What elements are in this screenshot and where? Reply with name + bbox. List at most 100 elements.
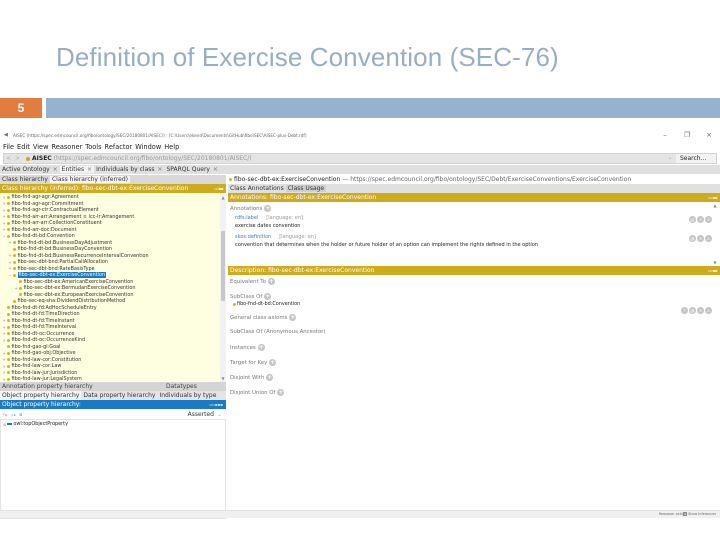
tab-datatypes[interactable]: Datatypes xyxy=(166,382,197,391)
menu-tools[interactable]: Tools xyxy=(85,143,101,151)
expand-icon[interactable]: + xyxy=(2,325,6,330)
tab-object-property-hierarchy[interactable]: Object property hierarchy xyxy=(0,391,82,400)
add-icon[interactable]: + xyxy=(289,314,297,321)
scroll-down-icon[interactable]: ▼ xyxy=(712,260,718,265)
tab-data-property-hierarchy[interactable]: Data property hierarchy xyxy=(81,391,157,400)
expand-icon[interactable]: + xyxy=(2,364,6,369)
header-band xyxy=(46,98,720,118)
annotation-actions: @ × o xyxy=(688,235,712,242)
close-tab-icon[interactable]: × xyxy=(157,166,162,173)
checkbox-icon[interactable] xyxy=(683,512,688,516)
close-tab-icon[interactable]: × xyxy=(87,166,92,173)
view-controls-icon[interactable]: ▫▫▪▪ xyxy=(708,193,717,202)
add-icon[interactable]: + xyxy=(264,293,272,300)
header-title: Annotations: fibo-sec-dbt-ex:ExerciseCon… xyxy=(230,194,377,201)
expand-icon[interactable]: + xyxy=(8,240,12,245)
add-annotation-icon[interactable]: + xyxy=(264,205,272,212)
edit-icon[interactable]: o xyxy=(705,307,712,314)
add-icon[interactable]: + xyxy=(267,278,275,285)
menu-help[interactable]: Help xyxy=(164,143,179,151)
expand-icon[interactable]: + xyxy=(2,331,6,336)
close-button[interactable]: × xyxy=(698,128,720,142)
add-icon[interactable]: + xyxy=(277,389,285,396)
close-tab-icon[interactable]: × xyxy=(213,166,218,173)
tree-scrollbar[interactable]: ▲ ▼ xyxy=(220,193,226,382)
tab-class-annotations[interactable]: Class Annotations xyxy=(228,185,286,192)
tab-individuals-by-class[interactable]: Individuals by class × xyxy=(94,166,164,173)
entity-iri: — https://spec.edmcouncil.org/fibo/ontol… xyxy=(342,176,632,183)
ontology-dropdown-icon[interactable]: ⌄ xyxy=(668,154,672,163)
menu-edit[interactable]: Edit xyxy=(17,143,30,151)
expand-icon[interactable]: + xyxy=(2,338,6,343)
tab-entities[interactable]: Entities × xyxy=(59,166,95,173)
menu-window[interactable]: Window xyxy=(135,143,161,151)
expand-icon[interactable]: + xyxy=(2,318,6,323)
annotate-icon[interactable]: @ xyxy=(689,216,696,223)
expand-icon[interactable]: + xyxy=(8,253,12,258)
add-sibling-property-icon[interactable]: ⊥▸ xyxy=(11,412,17,417)
show-inferences-toggle[interactable]: Show Inferences xyxy=(683,512,716,516)
expand-icon[interactable]: + xyxy=(2,208,6,213)
expand-icon[interactable]: + xyxy=(2,214,6,219)
expand-icon[interactable]: + xyxy=(8,260,12,265)
tab-sparql-query[interactable]: SPARQL Query × xyxy=(164,166,219,173)
add-icon[interactable]: + xyxy=(266,374,274,381)
close-tab-icon[interactable]: × xyxy=(53,166,58,173)
menu-refactor[interactable]: Refactor xyxy=(105,143,133,151)
scroll-down-icon[interactable]: ▼ xyxy=(220,376,226,381)
tab-annotation-property-hierarchy[interactable]: Annotation property hierarchy xyxy=(2,382,93,391)
collapse-icon[interactable]: − xyxy=(8,273,12,278)
expand-icon[interactable]: + xyxy=(2,221,6,226)
collapse-icon[interactable]: − xyxy=(2,234,6,239)
tab-class-usage[interactable]: Class Usage xyxy=(285,185,327,192)
tab-active-ontology[interactable]: Active Ontology × xyxy=(0,166,60,173)
info-icon[interactable]: ? xyxy=(681,307,688,314)
menu-view[interactable]: View xyxy=(33,143,49,151)
maximize-button[interactable]: ❐ xyxy=(676,128,698,142)
edit-icon[interactable]: o xyxy=(705,235,712,242)
asserted-select[interactable]: Asserted ⌄ xyxy=(188,411,222,418)
minimize-button[interactable]: – xyxy=(654,128,676,142)
scrollbar-thumb[interactable] xyxy=(221,231,225,301)
delete-property-icon[interactable]: ⊠ xyxy=(19,412,22,417)
annotation-property[interactable]: rdfs:label xyxy=(235,215,258,221)
menu-reasoner[interactable]: Reasoner xyxy=(51,143,82,151)
search-input[interactable]: Search... xyxy=(676,154,716,163)
expand-icon[interactable]: + xyxy=(2,377,6,382)
view-controls-icon[interactable]: ▫▫▪▪ xyxy=(214,184,223,193)
scroll-up-icon[interactable]: ▲ xyxy=(712,203,718,208)
tab-class-hierarchy[interactable]: Class hierarchy xyxy=(0,176,50,183)
ontology-name[interactable]: AISEC xyxy=(32,155,52,162)
add-icon[interactable]: + xyxy=(269,359,277,366)
delete-icon[interactable]: × xyxy=(697,216,704,223)
expand-icon[interactable]: + xyxy=(14,286,18,291)
annotations-scrollbar[interactable]: ▲ ▼ xyxy=(712,202,718,266)
view-controls-icon[interactable]: ▫▫▪▪ xyxy=(708,266,717,275)
view-controls-icon[interactable]: ▫▫▪▪▪ xyxy=(209,400,223,409)
subclass-item[interactable]: fibo-fnd-dt-bd:Convention xyxy=(233,301,300,307)
expand-icon[interactable]: + xyxy=(2,357,6,362)
tree-item[interactable]: ⊞ owl:topObjectProperty xyxy=(3,421,223,427)
expand-icon[interactable]: + xyxy=(2,201,6,206)
class-icon xyxy=(19,286,22,290)
annotation-property[interactable]: skos:definition xyxy=(235,234,271,240)
add-icon[interactable]: + xyxy=(257,344,265,351)
tab-class-hierarchy-inferred[interactable]: Class hierarchy (inferred) xyxy=(49,176,131,183)
edit-icon[interactable]: o xyxy=(705,216,712,223)
delete-icon[interactable]: × xyxy=(697,235,704,242)
expand-icon[interactable]: + xyxy=(2,195,6,200)
tab-individuals-by-type[interactable]: Individuals by type xyxy=(157,391,218,400)
expand-icon[interactable]: + xyxy=(2,351,6,356)
delete-icon[interactable]: × xyxy=(697,307,704,314)
expand-icon[interactable]: + xyxy=(2,370,6,375)
annotate-icon[interactable]: @ xyxy=(689,307,696,314)
back-button[interactable]: < xyxy=(4,155,13,162)
forward-button[interactable]: > xyxy=(13,155,22,162)
scroll-up-icon[interactable]: ▲ xyxy=(220,195,226,200)
expand-icon[interactable]: ⊞ xyxy=(3,422,6,427)
menu-file[interactable]: File xyxy=(3,143,14,151)
expand-icon[interactable]: + xyxy=(2,227,6,232)
expand-icon[interactable]: + xyxy=(8,266,12,271)
add-subproperty-icon[interactable]: ⊤▸ xyxy=(2,412,8,417)
annotate-icon[interactable]: @ xyxy=(689,235,696,242)
